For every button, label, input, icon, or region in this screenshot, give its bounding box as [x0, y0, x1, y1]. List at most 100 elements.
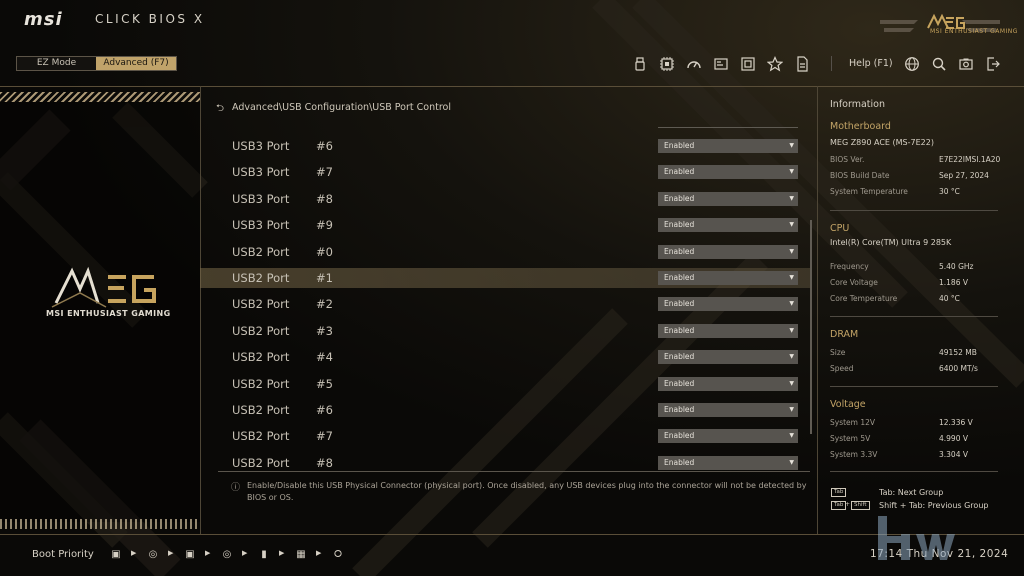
list-top-divider: [658, 127, 798, 128]
usb-port-row[interactable]: USB2 Port #6 Enabled ▼: [200, 400, 812, 420]
network-icon[interactable]: ▦: [294, 547, 308, 562]
usb-port-row[interactable]: USB2 Port #4 Enabled ▼: [200, 347, 812, 367]
port-state-value: Enabled: [664, 352, 695, 362]
port-state-select[interactable]: Enabled ▼: [658, 455, 798, 470]
usb-port-row[interactable]: USB2 Port #0 Enabled ▼: [200, 242, 812, 262]
info-value: E7E22IMSI.1A20: [939, 155, 1001, 164]
dropdown-caret-icon: ▼: [789, 274, 794, 281]
port-state-select[interactable]: Enabled ▼: [658, 218, 798, 233]
usb-port-row[interactable]: USB3 Port #7 Enabled ▼: [200, 162, 812, 182]
help-description: Enable/Disable this USB Physical Connect…: [247, 481, 807, 502]
decorative-stripe-top: [0, 92, 200, 102]
port-state-select[interactable]: Enabled ▼: [658, 271, 798, 285]
usb-drive-icon[interactable]: [632, 56, 648, 72]
port-type-label: USB2 Port: [232, 244, 290, 259]
usb-port-row[interactable]: USB2 Port #8 Enabled ▼: [200, 453, 812, 473]
boot-order-arrow-icon: ▶: [131, 549, 137, 557]
optical-disc-icon[interactable]: ◎: [220, 547, 234, 562]
info-key: BIOS Build Date: [830, 171, 890, 180]
language-globe-icon[interactable]: [904, 56, 920, 72]
exit-icon[interactable]: [985, 56, 1001, 72]
port-state-select[interactable]: Enabled ▼: [658, 323, 798, 338]
speedometer-icon[interactable]: [686, 56, 702, 72]
usb-port-row[interactable]: USB2 Port #5 Enabled ▼: [200, 374, 812, 394]
info-key: Core Voltage: [830, 278, 878, 287]
info-key: Speed: [830, 364, 854, 373]
help-divider: [218, 471, 810, 472]
port-state-value: Enabled: [664, 220, 695, 230]
scrollbar[interactable]: [810, 220, 812, 434]
port-state-select[interactable]: Enabled ▼: [658, 350, 798, 365]
boot-order-arrow-icon: ▶: [205, 549, 211, 557]
back-arrow-icon[interactable]: ⮌: [216, 101, 224, 118]
info-key: Core Temperature: [830, 294, 898, 303]
port-state-value: Enabled: [664, 273, 695, 282]
dropdown-caret-icon: ▼: [789, 353, 794, 361]
port-type-label: USB2 Port: [232, 323, 290, 338]
port-state-select[interactable]: Enabled ▼: [658, 244, 798, 259]
dram-heading: DRAM: [830, 329, 859, 340]
port-state-value: Enabled: [664, 325, 695, 335]
tab-ez-mode[interactable]: EZ Mode: [17, 57, 96, 70]
info-divider: [830, 316, 998, 317]
tab-advanced-mode[interactable]: Advanced (F7): [96, 57, 176, 70]
port-number-label: #4: [316, 350, 333, 365]
port-state-value: Enabled: [664, 246, 695, 256]
port-state-select[interactable]: Enabled ▼: [658, 376, 798, 391]
optical-disc-icon[interactable]: ◎: [146, 547, 160, 562]
usb-port-row[interactable]: USB3 Port #8 Enabled ▼: [200, 189, 812, 209]
shift-key-badge: Shift: [851, 501, 870, 510]
usb-port-row[interactable]: USB2 Port #1 Enabled ▼: [200, 268, 812, 288]
port-state-value: Enabled: [664, 299, 695, 309]
port-type-label: USB2 Port: [232, 271, 290, 285]
info-value: 4.990 V: [939, 434, 968, 443]
cpu-icon[interactable]: [659, 56, 675, 72]
hdd-icon[interactable]: ▣: [183, 547, 197, 562]
usb-port-row[interactable]: USB3 Port #6 Enabled ▼: [200, 136, 812, 156]
boot-order-arrow-icon: ▶: [316, 549, 322, 557]
shortcut-text: Shift + Tab: Previous Group: [879, 501, 989, 510]
info-value: 6400 MT/s: [939, 364, 978, 373]
info-value: 40 °C: [939, 294, 960, 303]
memory-icon[interactable]: [740, 56, 756, 72]
right-panel-border: [817, 86, 818, 534]
port-number-label: #8: [316, 191, 333, 206]
favorite-star-icon[interactable]: [767, 56, 783, 72]
port-state-value: Enabled: [664, 405, 695, 414]
usb-port-row[interactable]: USB2 Port #3 Enabled ▼: [200, 321, 812, 341]
usb-drive-icon[interactable]: ▮: [257, 547, 271, 562]
port-number-label: #2: [316, 297, 333, 312]
port-number-label: #5: [316, 376, 333, 391]
port-state-select[interactable]: Enabled ▼: [658, 403, 798, 417]
usb-port-row[interactable]: USB3 Port #9 Enabled ▼: [200, 215, 812, 235]
info-key: System Temperature: [830, 187, 908, 196]
mode-tabs: EZ Mode Advanced (F7): [16, 56, 177, 71]
info-key: BIOS Ver.: [830, 155, 865, 164]
help-button[interactable]: Help (F1): [849, 58, 893, 69]
port-state-select[interactable]: Enabled ▼: [658, 165, 798, 180]
screenshot-camera-icon[interactable]: [958, 56, 974, 72]
dropdown-caret-icon: ▼: [789, 247, 794, 255]
boot-priority-label: Boot Priority: [32, 549, 94, 560]
usb-port-row[interactable]: USB2 Port #2 Enabled ▼: [200, 294, 812, 314]
search-icon[interactable]: [931, 56, 947, 72]
hdd-icon[interactable]: ▣: [109, 547, 123, 562]
port-state-select[interactable]: Enabled ▼: [658, 429, 798, 444]
port-state-select[interactable]: Enabled ▼: [658, 139, 798, 153]
info-value: 12.336 V: [939, 418, 973, 427]
port-state-select[interactable]: Enabled ▼: [658, 297, 798, 312]
hardware-monitor-icon[interactable]: [794, 56, 810, 72]
dropdown-caret-icon: ▼: [789, 168, 794, 176]
motherboard-heading: Motherboard: [830, 121, 891, 132]
port-type-label: USB2 Port: [232, 455, 290, 470]
port-state-select[interactable]: Enabled ▼: [658, 191, 798, 206]
usb-port-row[interactable]: USB2 Port #7 Enabled ▼: [200, 426, 812, 446]
info-value: 5.40 GHz: [939, 262, 974, 271]
board-explorer-icon[interactable]: [713, 56, 729, 72]
usb-key-icon[interactable]: ⭘: [331, 547, 345, 562]
shortcut-text: Tab: Next Group: [879, 488, 944, 497]
info-value: 1.186 V: [939, 278, 968, 287]
dropdown-caret-icon: ▼: [789, 379, 794, 387]
info-title: Information: [830, 99, 885, 110]
boot-order-arrow-icon: ▶: [279, 549, 285, 557]
